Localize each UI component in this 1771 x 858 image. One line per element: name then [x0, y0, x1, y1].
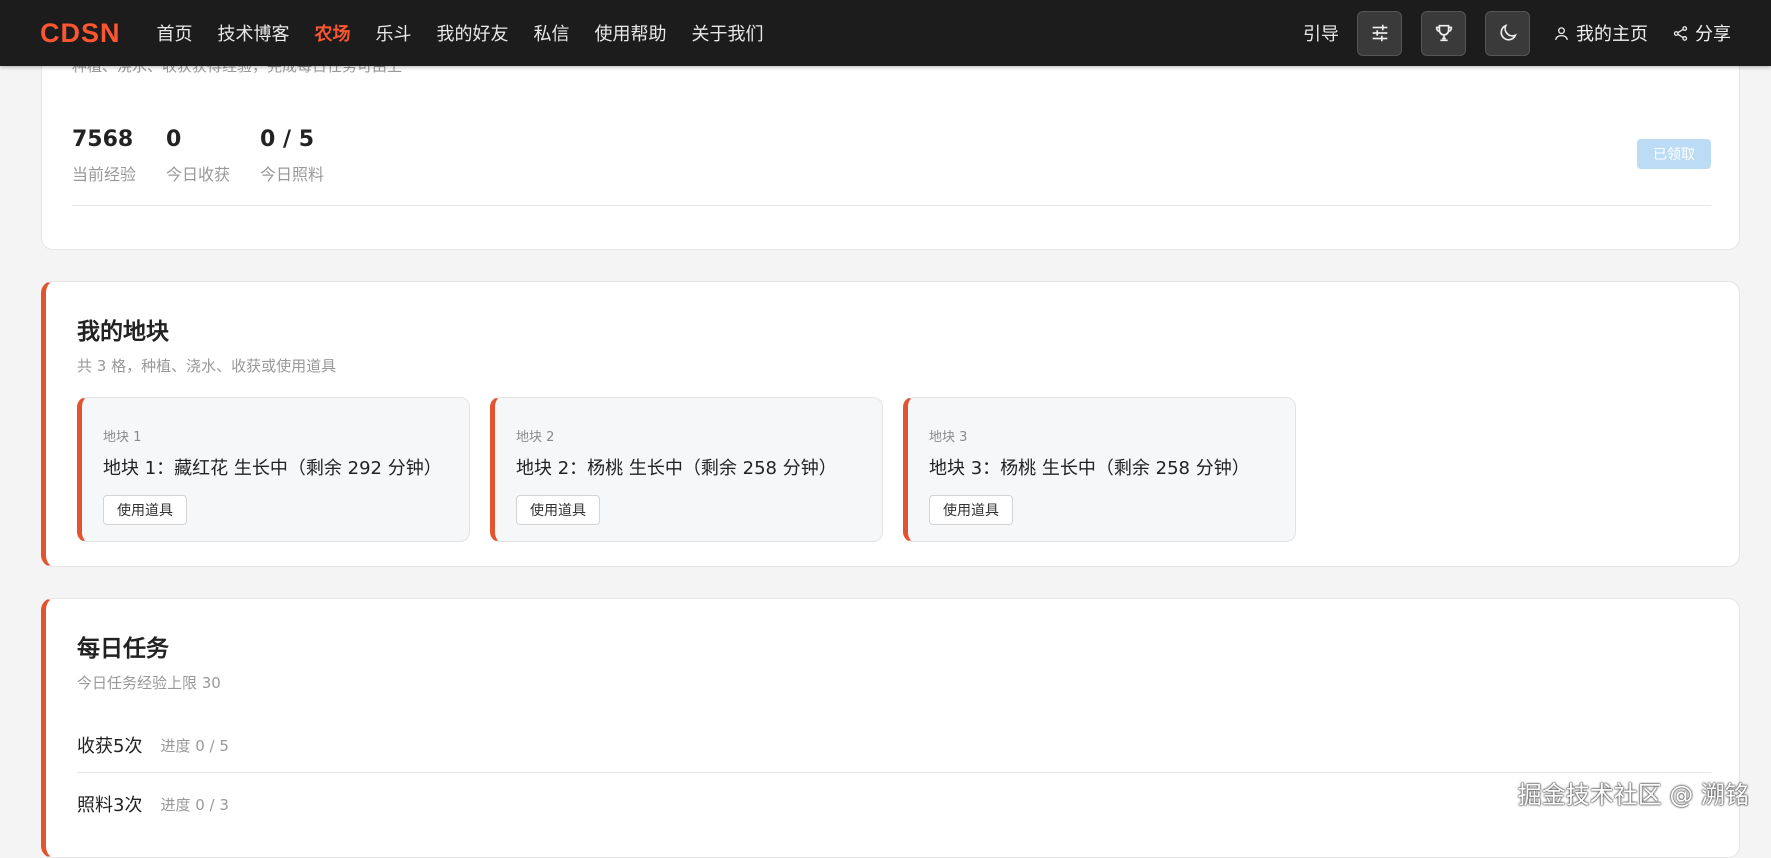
- stat-label: 今日照料: [260, 165, 325, 184]
- task-name: 收获5次: [77, 736, 143, 757]
- task-row: 照料3次 进度 0 / 3: [77, 791, 1711, 817]
- use-item-button[interactable]: 使用道具: [103, 495, 187, 525]
- nav-item-ledou[interactable]: 乐斗: [376, 20, 412, 46]
- plot-card-3: 地块 3 地块 3：杨桃 生长中（剩余 258 分钟） 使用道具: [903, 397, 1296, 542]
- section-subtitle: 共 3 格，种植、浇水、收获或使用道具: [77, 357, 337, 375]
- site-logo[interactable]: CDSN: [40, 18, 121, 49]
- nav-item-farm[interactable]: 农场: [315, 20, 351, 46]
- stat-experience: 7568 当前经验: [72, 127, 136, 185]
- moon-icon: [1499, 24, 1517, 41]
- plot-status: 地块 1：藏红花 生长中（剩余 292 分钟）: [103, 458, 442, 479]
- stat-today-harvest: 0 今日收获: [166, 127, 230, 185]
- plot-tag: 地块 3: [929, 430, 968, 445]
- nav-item-home[interactable]: 首页: [157, 20, 193, 46]
- nav-item-tech-blog[interactable]: 技术博客: [218, 20, 290, 46]
- stat-value: 0: [166, 127, 182, 152]
- my-home-link[interactable]: 我的主页: [1553, 20, 1648, 46]
- top-nav-bar: CDSN 首页 技术博客 农场 乐斗 我的好友 私信 使用帮助 关于我们 引导: [0, 0, 1771, 66]
- divider: [77, 772, 1711, 773]
- nav-item-messages[interactable]: 私信: [534, 20, 570, 46]
- stat-label: 今日收获: [166, 165, 231, 184]
- trophy-icon: [1435, 24, 1452, 42]
- section-title: 我的地块: [77, 319, 169, 345]
- plot-tag: 地块 2: [516, 430, 555, 445]
- nav-item-friends[interactable]: 我的好友: [437, 20, 509, 46]
- share-label: 分享: [1695, 24, 1731, 45]
- nav-item-help[interactable]: 使用帮助: [595, 20, 667, 46]
- plot-card-1: 地块 1 地块 1：藏红花 生长中（剩余 292 分钟） 使用道具: [77, 397, 470, 542]
- my-plots-card: 我的地块 共 3 格，种植、浇水、收获或使用道具 地块 1 地块 1：藏红花 生…: [41, 281, 1740, 567]
- use-item-button[interactable]: 使用道具: [929, 495, 1013, 525]
- settings-button[interactable]: [1357, 10, 1402, 56]
- use-item-button[interactable]: 使用道具: [516, 495, 600, 525]
- nav-right-area: 引导 我的主页 分享: [1303, 10, 1731, 56]
- claimed-button[interactable]: 已领取: [1637, 139, 1711, 169]
- task-name: 照料3次: [77, 795, 143, 816]
- section-subtitle: 今日任务经验上限 30: [77, 674, 221, 692]
- watermark: 掘金技术社区 @ 溯铭: [1517, 781, 1749, 809]
- share-icon: [1673, 25, 1688, 41]
- sliders-icon: [1372, 24, 1387, 42]
- nav-item-about[interactable]: 关于我们: [692, 20, 764, 46]
- task-progress: 进度 0 / 3: [160, 795, 229, 814]
- ranking-button[interactable]: [1421, 10, 1466, 56]
- plot-tag: 地块 1: [103, 430, 142, 445]
- stat-today-care: 0 / 5 今日照料: [260, 127, 324, 185]
- my-home-label: 我的主页: [1576, 24, 1648, 45]
- task-row: 收获5次 进度 0 / 5: [77, 732, 1711, 758]
- stats-row: 7568 当前经验 0 今日收获 0 / 5 今日照料: [72, 127, 354, 185]
- share-link[interactable]: 分享: [1672, 20, 1731, 46]
- main-nav: 首页 技术博客 农场 乐斗 我的好友 私信 使用帮助 关于我们: [157, 20, 789, 46]
- stat-value: 0 / 5: [260, 127, 314, 152]
- plot-status: 地块 2：杨桃 生长中（剩余 258 分钟）: [516, 458, 837, 479]
- plot-status: 地块 3：杨桃 生长中（剩余 258 分钟）: [929, 458, 1250, 479]
- plot-card-2: 地块 2 地块 2：杨桃 生长中（剩余 258 分钟） 使用道具: [490, 397, 883, 542]
- section-title: 每日任务: [77, 636, 169, 662]
- divider: [72, 205, 1711, 206]
- guide-link[interactable]: 引导: [1303, 20, 1339, 46]
- user-icon: [1555, 26, 1568, 40]
- stat-value: 7568: [72, 127, 134, 152]
- daily-tasks-card: 每日任务 今日任务经验上限 30 收获5次 进度 0 / 5 照料3次 进度 0…: [41, 598, 1740, 858]
- stat-label: 当前经验: [72, 165, 137, 184]
- theme-toggle-button[interactable]: [1485, 10, 1530, 56]
- plots-grid: 地块 1 地块 1：藏红花 生长中（剩余 292 分钟） 使用道具 地块 2 地…: [77, 397, 1296, 542]
- task-progress: 进度 0 / 5: [160, 736, 229, 755]
